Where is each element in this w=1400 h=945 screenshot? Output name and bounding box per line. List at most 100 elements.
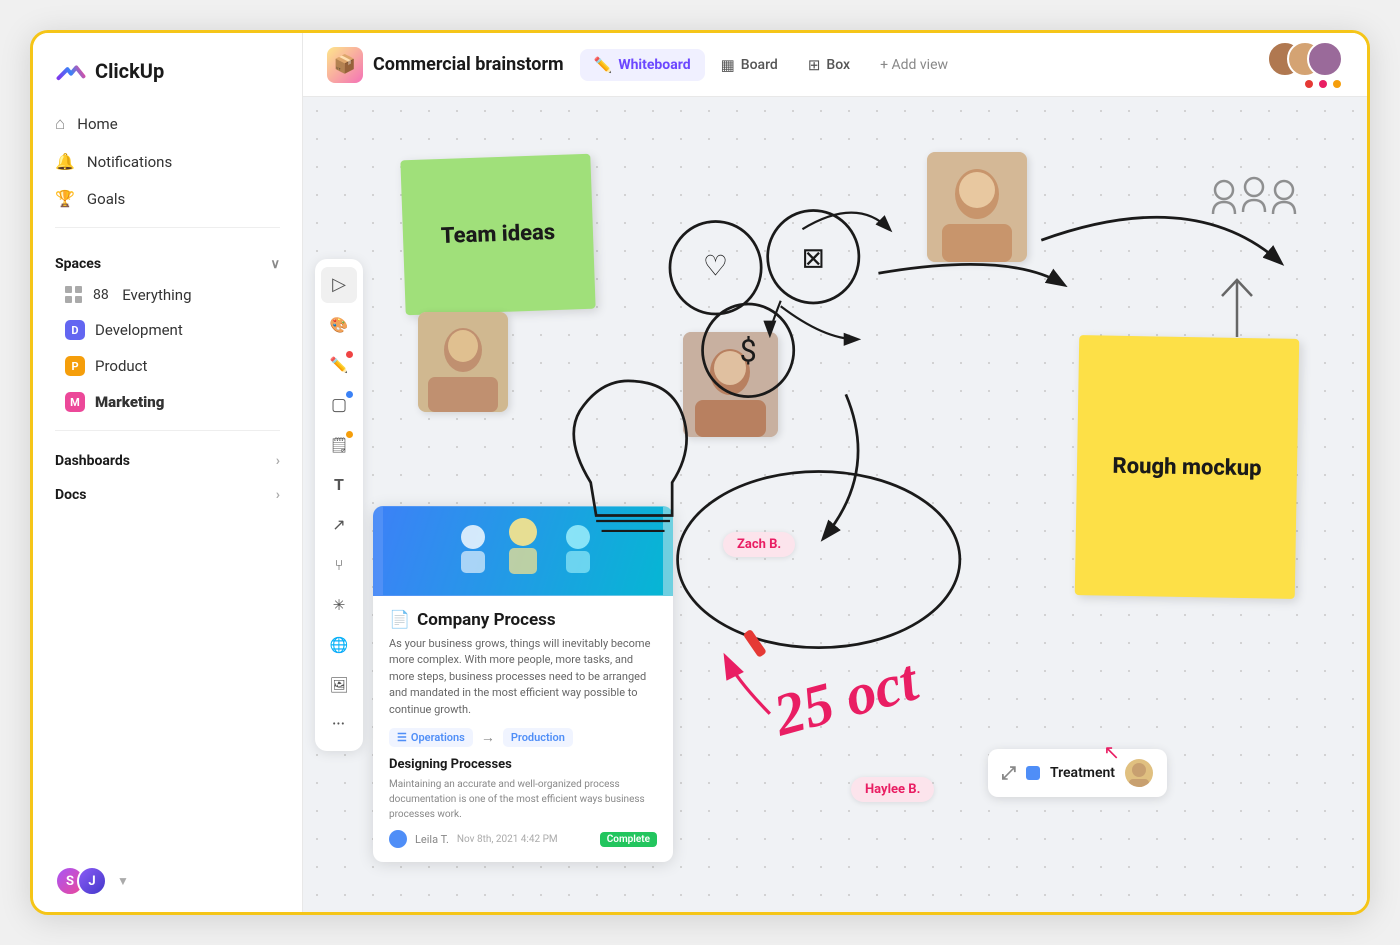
dashboards-row[interactable]: Dashboards ›: [43, 441, 292, 475]
add-view-button[interactable]: + Add view: [866, 50, 962, 80]
sticky-green-text: Team ideas: [440, 220, 555, 249]
sticky-note-yellow[interactable]: Rough mockup: [1075, 335, 1300, 599]
tab-board[interactable]: ▦ Board: [707, 49, 792, 81]
more-icon: •••: [332, 719, 345, 730]
arrow-svg: [1212, 272, 1262, 342]
goals-label: Goals: [87, 190, 125, 208]
doc-date: Nov 8th, 2021 4:42 PM: [457, 834, 558, 845]
nav-goals[interactable]: 🏆 Goals: [43, 180, 292, 217]
dashboards-label: Dashboards: [55, 453, 130, 469]
globe-icon: 🌐: [330, 636, 349, 654]
header-title-area: 📦 Commercial brainstorm: [327, 47, 564, 83]
tool-globe[interactable]: 🌐: [321, 627, 357, 663]
up-arrow-icon: [1212, 272, 1262, 346]
doc-status-badge: Complete: [600, 832, 657, 847]
svg-text:25 oct: 25 oct: [766, 646, 925, 749]
people-group-icon: [1209, 172, 1299, 252]
sidebar-item-marketing[interactable]: M Marketing: [53, 384, 282, 420]
tool-share[interactable]: ⑂: [321, 547, 357, 583]
whiteboard-canvas[interactable]: ▷ 🎨 ✏️ ▢ 🗒 T: [303, 97, 1367, 912]
sticky-yellow-text: Rough mockup: [1112, 453, 1261, 481]
everything-count: 88: [93, 287, 112, 303]
view-tabs: ✏️ Whiteboard ▦ Board ⊞ Box + Add view: [580, 49, 962, 81]
people-svg: [1209, 172, 1299, 242]
svg-text:♡: ♡: [703, 249, 728, 282]
tool-star[interactable]: ✳: [321, 587, 357, 623]
sidebar-item-development[interactable]: D Development: [53, 312, 282, 348]
header-avatars-row: [1275, 41, 1343, 77]
dashboards-chevron: ›: [276, 453, 280, 469]
docs-label: Docs: [55, 487, 87, 503]
spaces-list: 88 Everything D Development P Product M …: [33, 278, 302, 420]
cursor-pointer: ↖: [1103, 740, 1120, 764]
user-avatars[interactable]: S J: [55, 866, 107, 896]
doc-card[interactable]: 📄 Company Process As your business grows…: [373, 506, 673, 863]
rect-dot: [346, 391, 353, 398]
doc-section-text: Maintaining an accurate and well-organiz…: [389, 777, 657, 822]
tool-rect[interactable]: ▢: [321, 387, 357, 423]
flow-to: Production: [503, 728, 573, 747]
nav-home[interactable]: ⌂ Home: [43, 105, 292, 143]
tool-note[interactable]: 🗒: [321, 427, 357, 463]
doc-card-title: 📄 Company Process: [389, 610, 657, 630]
arrow-icon: ↗: [332, 515, 345, 534]
user-tag-zach: Zach B.: [723, 532, 795, 557]
doc-card-desc: As your business grows, things will inev…: [389, 636, 657, 719]
doc-card-banner: [373, 506, 673, 596]
toolbar: ▷ 🎨 ✏️ ▢ 🗒 T: [315, 259, 363, 751]
person-photo-3: [418, 312, 508, 412]
divider: [55, 227, 280, 228]
docs-row[interactable]: Docs ›: [43, 475, 292, 509]
header-avatar-3: [1315, 41, 1343, 77]
treatment-card[interactable]: ⤢ Treatment: [988, 749, 1167, 797]
tab-whiteboard[interactable]: ✏️ Whiteboard: [580, 49, 705, 81]
nav-notifications[interactable]: 🔔 Notifications: [43, 143, 292, 180]
doc-card-body: 📄 Company Process As your business grows…: [373, 596, 673, 863]
tool-arrow[interactable]: ↗: [321, 507, 357, 543]
notifications-label: Notifications: [87, 153, 172, 171]
note-dot: [346, 431, 353, 438]
divider2: [55, 430, 280, 431]
person-svg-2: [683, 332, 778, 437]
spaces-header: Spaces ∨: [33, 238, 302, 278]
development-dot: D: [65, 320, 85, 340]
flow-from: ☰ Operations: [389, 728, 473, 747]
dot-1: [1305, 80, 1313, 88]
sidebar-item-everything[interactable]: 88 Everything: [53, 278, 282, 312]
flow-list-icon: ☰: [397, 731, 407, 744]
doc-icon: 📄: [389, 610, 410, 630]
star-icon: ✳: [333, 596, 346, 614]
treatment-label: Treatment: [1050, 765, 1115, 781]
flow-to-text: Production: [511, 731, 565, 744]
tool-palette[interactable]: 🎨: [321, 307, 357, 343]
app-name: ClickUp: [95, 59, 164, 83]
avatar-3: [1307, 41, 1343, 77]
tab-box[interactable]: ⊞ Box: [794, 49, 864, 81]
clickup-logo-icon: [55, 55, 87, 87]
tool-more[interactable]: •••: [321, 707, 357, 743]
tool-cursor[interactable]: ▷: [321, 267, 357, 303]
palette-icon: 🎨: [330, 316, 349, 334]
sidebar-item-product[interactable]: P Product: [53, 348, 282, 384]
doc-section-title: Designing Processes: [389, 757, 657, 772]
person-svg-3: [418, 312, 508, 412]
main-nav: ⌂ Home 🔔 Notifications 🏆 Goals: [33, 105, 302, 217]
tool-image[interactable]: 🖼: [321, 667, 357, 703]
tool-text[interactable]: T: [321, 467, 357, 503]
user-dropdown-icon[interactable]: ▼: [117, 874, 129, 888]
spaces-chevron[interactable]: ∨: [270, 257, 280, 272]
marketing-label: Marketing: [95, 393, 164, 411]
sticky-note-green[interactable]: Team ideas: [400, 154, 595, 316]
user-tag-haylee-text: Haylee B.: [865, 782, 920, 797]
doc-card-footer: Leila T. Nov 8th, 2021 4:42 PM Complete: [389, 830, 657, 848]
treatment-color: [1026, 766, 1040, 780]
page-title: Commercial brainstorm: [373, 54, 564, 75]
doc-card-flow: ☰ Operations → Production: [389, 728, 657, 747]
note-icon: 🗒: [329, 436, 348, 454]
product-dot: P: [65, 356, 85, 376]
bell-icon: 🔔: [55, 152, 75, 171]
sidebar: ClickUp ⌂ Home 🔔 Notifications 🏆 Goals S…: [33, 33, 303, 912]
status-dots: [1305, 80, 1343, 88]
whiteboard-tab-label: Whiteboard: [618, 57, 690, 73]
tool-pen[interactable]: ✏️: [321, 347, 357, 383]
